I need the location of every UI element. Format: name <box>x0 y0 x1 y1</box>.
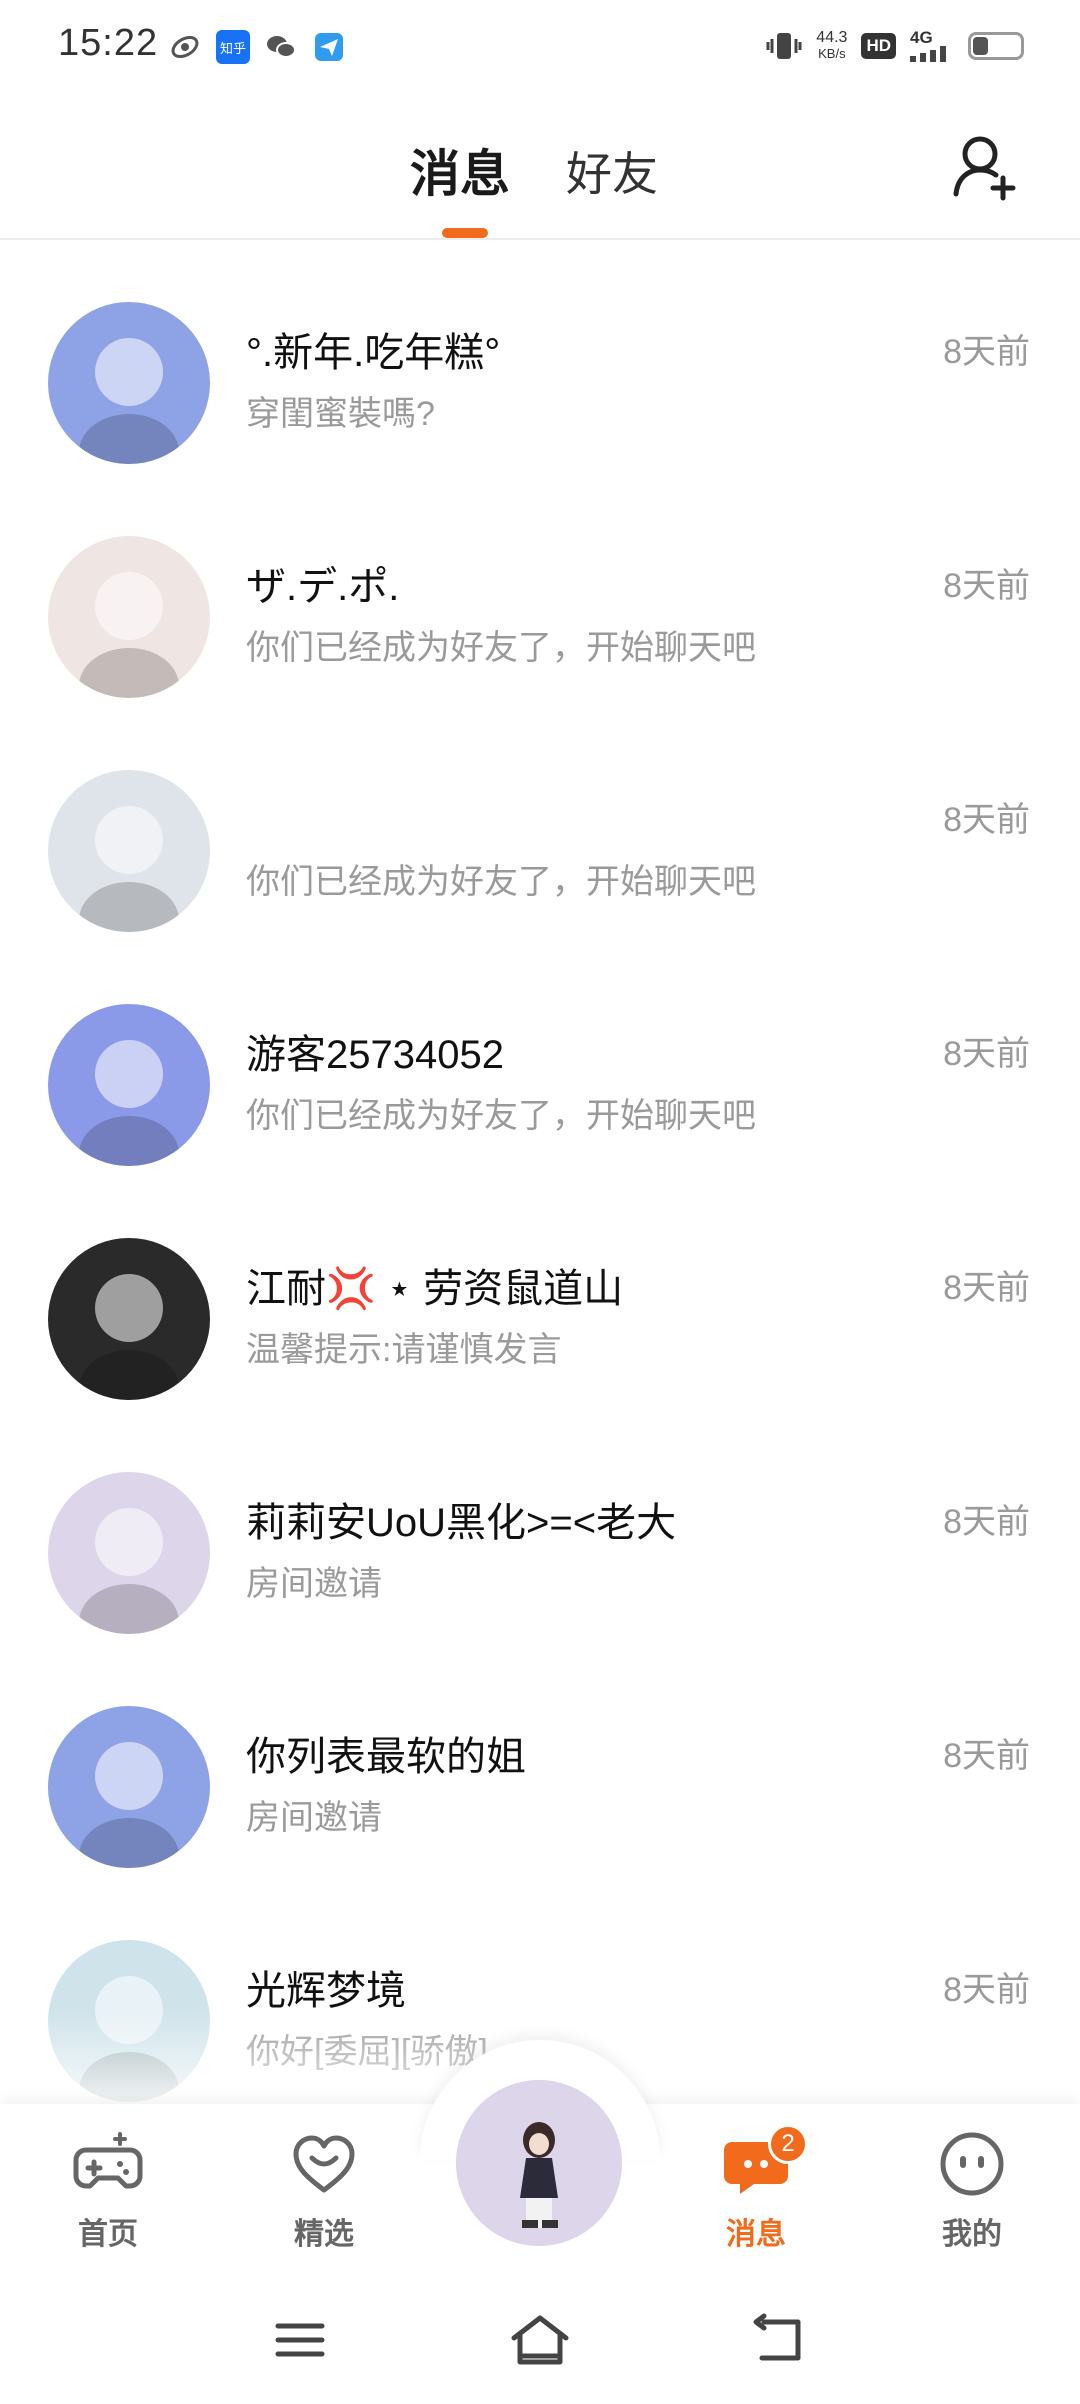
avatar[interactable] <box>48 1472 210 1634</box>
wechat-icon <box>264 30 298 64</box>
message-item[interactable]: 你列表最软的姐房间邀请 8天前 <box>0 1644 1080 1878</box>
message-time: 8天前 <box>943 1269 1030 1307</box>
contact-name: °.新年.吃年糕° <box>246 331 501 375</box>
vibrate-icon <box>766 33 802 59</box>
message-item[interactable]: ザ.デ.ポ. 你们已经成为好友了，开始聊天吧 8天前 <box>0 474 1080 708</box>
tab-profile[interactable]: 我的 <box>902 2128 1042 2253</box>
tab-profile-label: 我的 <box>942 2218 1002 2251</box>
home-button[interactable] <box>508 2312 572 2368</box>
add-user-icon <box>953 136 1016 201</box>
message-item[interactable]: 莉莉安UoU黑化>=<老大房间邀请 8天前 <box>0 1410 1080 1644</box>
battery-icon <box>968 32 1024 60</box>
message-preview: 你们已经成为好友了，开始聊天吧 <box>246 629 756 667</box>
message-item[interactable]: 你们已经成为好友了，开始聊天吧 8天前 <box>0 708 1080 942</box>
tab-home[interactable]: 首页 <box>38 2128 178 2253</box>
contact-name: 江耐💢 ⋆ 劳资鼠道山 <box>246 1267 624 1311</box>
header: 消息 好友 <box>0 96 1080 240</box>
avatar-image <box>79 806 179 932</box>
message-item[interactable]: 江耐💢 ⋆ 劳资鼠道山温馨提示:请谨慎发言 8天前 <box>0 1176 1080 1410</box>
home-icon <box>511 2315 569 2365</box>
tab-featured[interactable]: 精选 <box>254 2128 394 2253</box>
tab-active-indicator <box>442 228 488 238</box>
avatar-image <box>79 1742 179 1868</box>
message-time: 8天前 <box>943 1971 1030 2009</box>
network-speed: 44.3 KB/s <box>816 29 848 62</box>
message-time: 8天前 <box>943 801 1030 839</box>
avatar[interactable] <box>48 1706 210 1868</box>
avatar-image <box>79 338 179 464</box>
menu-icon <box>275 2323 325 2357</box>
message-time: 8天前 <box>943 1035 1030 1073</box>
center-avatar-button[interactable] <box>456 2080 622 2246</box>
menu-button[interactable] <box>270 2312 330 2368</box>
message-list: °.新年.吃年糕° 穿閨蜜裝嗎? 8天前 ザ.デ.ポ. 你们已经成为好友了，开始聊天吧 8… <box>0 240 1080 2112</box>
avatar[interactable] <box>48 536 210 698</box>
message-time: 8天前 <box>943 1737 1030 1775</box>
hd-badge: HD <box>861 33 896 59</box>
face-icon <box>940 2132 1004 2196</box>
message-item[interactable]: °.新年.吃年糕° 穿閨蜜裝嗎? 8天前 <box>0 240 1080 474</box>
message-preview: 穿閨蜜裝嗎? <box>246 395 435 433</box>
status-app-icons: 知乎 <box>168 30 346 64</box>
message-preview: 温馨提示:请谨慎发言 <box>246 1331 562 1369</box>
message-preview: 房间邀请 <box>246 1565 382 1603</box>
message-time: 8天前 <box>943 1503 1030 1541</box>
tab-home-label: 首页 <box>78 2218 138 2251</box>
message-preview: 房间邀请 <box>246 1799 382 1837</box>
contact-name: 莉莉安UoU黑化>=<老大 <box>246 1501 677 1545</box>
system-nav-bar <box>0 2274 1080 2404</box>
gamepad-icon <box>73 2132 143 2189</box>
avatar[interactable] <box>48 1004 210 1166</box>
tab-friends[interactable]: 好友 <box>566 138 658 204</box>
status-bar: 15:22 知乎 44.3 KB/s HD 4G <box>0 0 1080 96</box>
back-icon <box>753 2313 801 2361</box>
avatar[interactable] <box>48 302 210 464</box>
signal-icon: 4G <box>910 29 954 62</box>
avatar[interactable] <box>48 1238 210 1400</box>
message-item[interactable]: 游客25734052 你们已经成为好友了，开始聊天吧 8天前 <box>0 942 1080 1176</box>
message-preview: 你们已经成为好友了，开始聊天吧 <box>246 1097 756 1135</box>
zhihu-icon: 知乎 <box>216 30 250 64</box>
contact-name: 光辉梦境 <box>246 1969 406 2013</box>
avatar-image <box>79 1040 179 1166</box>
message-time: 8天前 <box>943 567 1030 605</box>
tab-messages-nav-label: 消息 <box>726 2218 786 2251</box>
message-time: 8天前 <box>943 333 1030 371</box>
tab-messages[interactable]: 消息 <box>410 134 510 206</box>
contact-name: 你列表最软的姐 <box>246 1735 526 1779</box>
avatar-image <box>79 1274 179 1400</box>
send-app-icon <box>312 30 346 64</box>
status-time: 15:22 <box>58 22 159 64</box>
avatar-image <box>79 1508 179 1634</box>
heart-chat-icon <box>293 2135 355 2193</box>
status-indicators: 44.3 KB/s HD 4G <box>766 28 1024 64</box>
tab-featured-label: 精选 <box>294 2218 354 2251</box>
avatar-image <box>79 572 179 698</box>
back-button[interactable] <box>750 2312 810 2368</box>
contact-name: ザ.デ.ポ. <box>246 565 400 609</box>
contact-name: 游客25734052 <box>246 1033 504 1077</box>
add-friend-button[interactable] <box>950 132 1020 202</box>
app-notification-icon <box>168 30 202 64</box>
avatar[interactable] <box>48 770 210 932</box>
character-avatar-icon <box>456 2080 622 2246</box>
message-preview: 你们已经成为好友了，开始聊天吧 <box>246 863 756 901</box>
unread-badge: 2 <box>768 2124 808 2164</box>
